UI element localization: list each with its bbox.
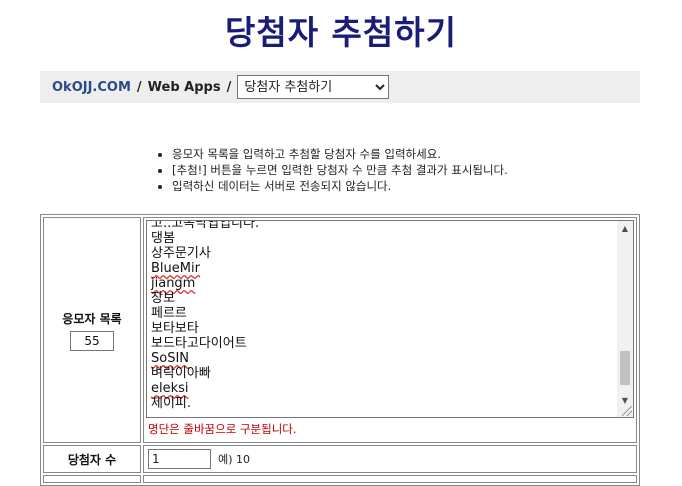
breadcrumb-separator: / — [226, 79, 232, 95]
applicant-entry: eleksi — [151, 381, 189, 396]
breadcrumb-separator: / — [136, 79, 142, 95]
applicant-entry: 장보 — [151, 291, 175, 306]
scroll-up-icon[interactable]: ▲ — [617, 221, 633, 237]
breadcrumb-site-link[interactable]: OkOJJ.COM — [52, 80, 131, 95]
applicant-entry: 고..고속낙엽입니다. — [151, 220, 260, 231]
winners-label: 당첨자 수 — [67, 452, 117, 467]
applicant-list-textarea[interactable]: 고..고속낙엽입니다. 댕봄 상주문기사 BlueMir jiangm 장보 페르르 보타보타… — [146, 220, 634, 418]
instruction-item: [추첨!] 버튼을 누르면 입력한 당첨자 수 만큼 추첨 결과가 표시됩니다. — [172, 162, 508, 178]
draw-form: 응모자 목록 55 고..고속낙엽입니다. 댕봄 상주문기사 BlueMir jiang… — [40, 214, 640, 486]
list-hint: 명단은 줄바꿈으로 구분됩니다. — [148, 422, 297, 436]
next-row-label — [43, 475, 141, 483]
breadcrumb-section-link[interactable]: Web Apps — [148, 80, 221, 95]
page-title: 당첨자 추첨하기 — [224, 13, 457, 52]
next-row-cell — [143, 475, 637, 483]
app-select[interactable]: 당첨자 추첨하기 — [237, 75, 390, 99]
breadcrumb: OkOJJ.COM / Web Apps / 당첨자 추첨하기 — [40, 71, 640, 103]
applicant-entry: jiangm — [151, 276, 196, 291]
applicant-entry: 페르르 — [151, 306, 187, 321]
instruction-item: 입력하신 데이터는 서버로 전송되지 않습니다. — [172, 178, 508, 194]
instruction-item: 응모자 목록을 입력하고 추첨할 당첨자 수를 입력하세요. — [172, 146, 508, 162]
applicant-entry: 보타보타 — [151, 321, 199, 336]
instruction-list: 응모자 목록을 입력하고 추첨할 당첨자 수를 입력하세요. [추첨!] 버튼을… — [157, 146, 508, 194]
applicants-cell: 고..고속낙엽입니다. 댕봄 상주문기사 BlueMir jiangm 장보 페르르 보타보타… — [143, 217, 637, 443]
applicant-entry: 댕봄 — [151, 231, 175, 246]
textarea-scrollbar[interactable]: ▲ ▼ — [617, 221, 633, 417]
applicant-entry: SoSIN — [151, 351, 190, 366]
winners-cell: 1 예) 10 — [143, 445, 637, 473]
applicants-label: 응모자 목록 — [62, 311, 122, 326]
applicants-label-cell: 응모자 목록 55 — [43, 217, 141, 443]
applicant-count-field[interactable]: 55 — [70, 330, 114, 351]
applicant-entry: 벼락이아빠 — [151, 366, 211, 381]
applicant-entry: 제이피. — [151, 396, 192, 411]
winners-label-cell: 당첨자 수 — [43, 445, 141, 473]
scroll-thumb[interactable] — [620, 351, 630, 385]
applicant-entry: 상주문기사 — [151, 246, 211, 261]
resize-grip-icon[interactable] — [622, 406, 632, 416]
applicant-entry: 보드타고다이어트 — [151, 336, 247, 351]
winner-count-example: 예) 10 — [218, 453, 250, 467]
winner-count-input[interactable]: 1 — [148, 449, 211, 470]
applicant-entry: BlueMir — [151, 261, 200, 276]
